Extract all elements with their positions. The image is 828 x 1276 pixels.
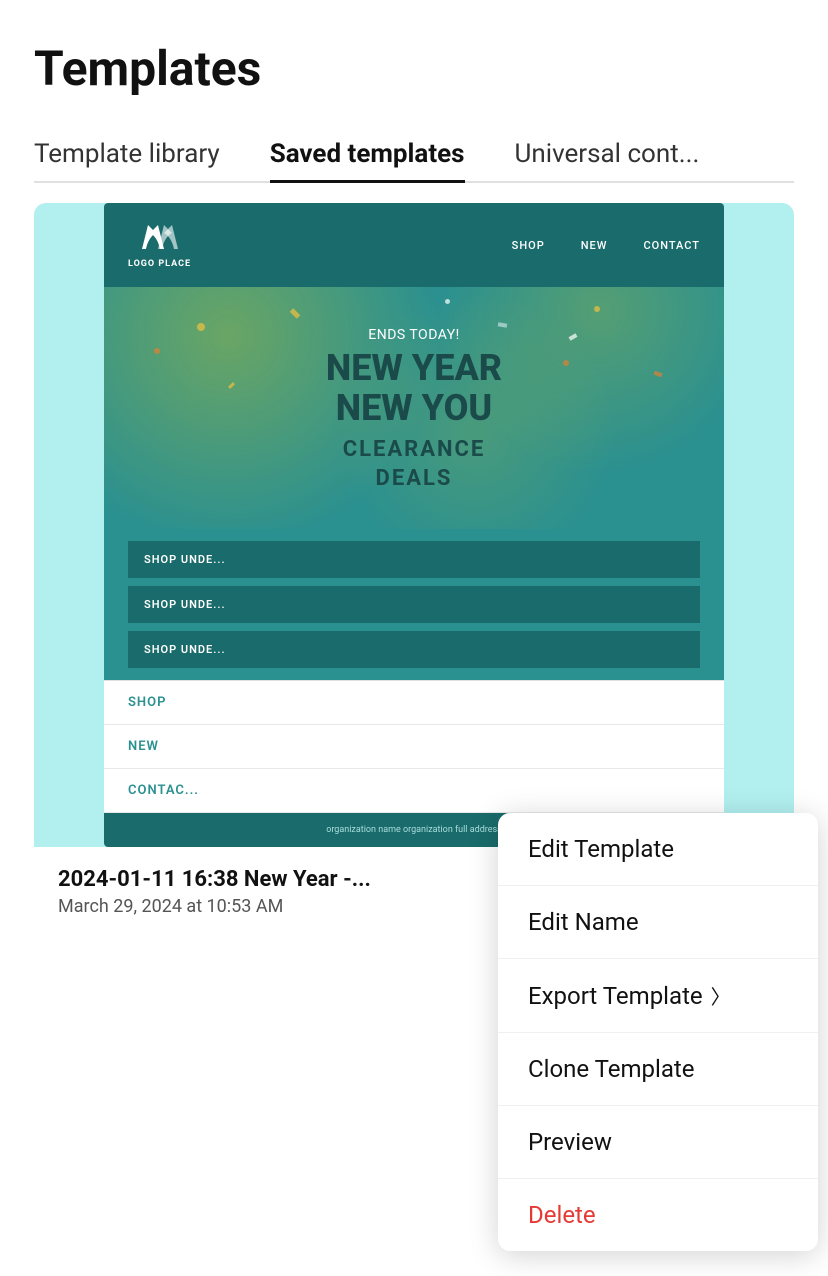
email-nav-new: NEW (581, 239, 608, 252)
tab-universal-content[interactable]: Universal cont... (515, 127, 700, 181)
context-menu-clone-template[interactable]: Clone Template (498, 1033, 818, 1106)
email-hero: ENDS TODAY! NEW YEAR NEW YOU CLEARANCE D… (104, 287, 724, 529)
tabs-nav: Template library Saved templates Univers… (34, 127, 794, 183)
tab-saved-templates[interactable]: Saved templates (270, 127, 465, 181)
logo-area: LOGO PLACE (128, 221, 191, 269)
logo-icon (138, 221, 182, 257)
shop-buttons-section: SHOP UNDE... SHOP UNDE... SHOP UNDE... (104, 529, 724, 680)
shop-button-2: SHOP UNDE... (128, 586, 700, 623)
footer-link-shop: SHOP (104, 681, 724, 725)
context-menu-export-template[interactable]: Export Template 〉 (498, 959, 818, 1033)
hero-subtitle: CLEARANCE DEALS (128, 436, 700, 493)
logo-text: LOGO PLACE (128, 259, 191, 269)
footer-link-new: NEW (104, 725, 724, 769)
email-nav-contact: CONTACT (643, 239, 700, 252)
page-header: Templates Template library Saved templat… (0, 0, 828, 183)
context-menu-edit-name[interactable]: Edit Name (498, 886, 818, 959)
shop-button-3: SHOP UNDE... (128, 631, 700, 668)
email-nav-shop: SHOP (512, 239, 545, 252)
email-header: LOGO PLACE SHOP NEW CONTACT (104, 203, 724, 287)
page-title: Templates (34, 40, 794, 97)
context-menu-delete[interactable]: Delete (498, 1179, 818, 1251)
email-preview: LOGO PLACE SHOP NEW CONTACT (104, 203, 724, 847)
main-content: LOGO PLACE SHOP NEW CONTACT (0, 183, 828, 937)
email-footer-links: SHOP NEW CONTAC... (104, 680, 724, 813)
footer-link-contact: CONTAC... (104, 769, 724, 813)
hero-title-line1: NEW YEAR NEW YOU (128, 349, 700, 428)
email-nav: SHOP NEW CONTACT (512, 239, 700, 252)
context-menu-edit-template[interactable]: Edit Template (498, 813, 818, 886)
hero-ends-today: ENDS TODAY! (128, 327, 700, 343)
context-menu: Edit Template Edit Name Export Template … (498, 813, 818, 1251)
cursor-icon: 〉 (711, 981, 731, 1010)
tab-template-library[interactable]: Template library (34, 127, 220, 181)
template-preview: LOGO PLACE SHOP NEW CONTACT (34, 203, 794, 847)
context-menu-preview[interactable]: Preview (498, 1106, 818, 1179)
shop-button-1: SHOP UNDE... (128, 541, 700, 578)
